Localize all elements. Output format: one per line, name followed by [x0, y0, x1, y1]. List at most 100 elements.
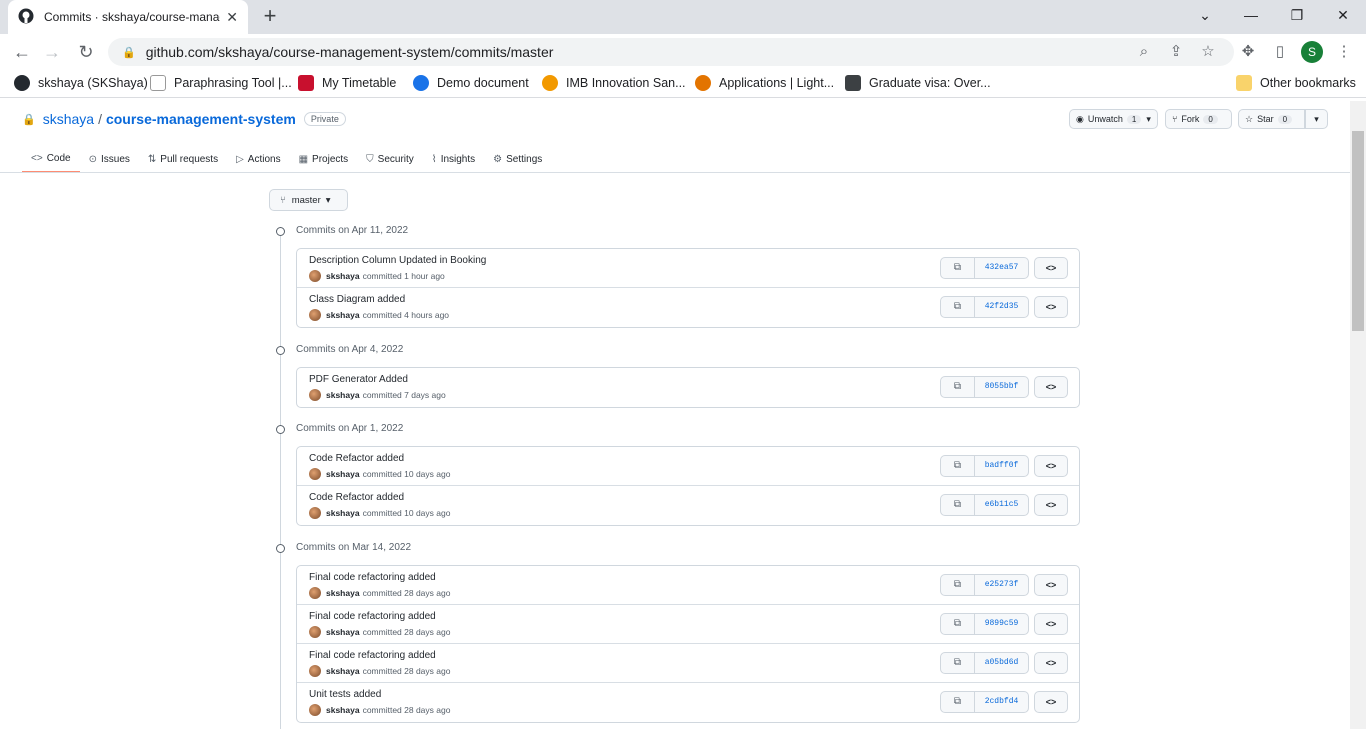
browse-repo-button[interactable]: <>	[1034, 376, 1068, 398]
commit-author[interactable]: skshaya	[326, 390, 360, 400]
avatar[interactable]	[309, 704, 321, 716]
commit-meta: skshaya committed 28 days ago	[309, 626, 450, 638]
commit-sha-link[interactable]: a05bd6d	[974, 652, 1029, 674]
profile-avatar[interactable]: S	[1301, 41, 1323, 63]
reload-button[interactable]: ↻	[74, 40, 98, 64]
commit-message[interactable]: Final code refactoring added	[309, 572, 436, 583]
commit-sha-link[interactable]: 8055bbf	[974, 376, 1029, 398]
copy-sha-button[interactable]: ⧉	[940, 494, 975, 516]
scrollbar[interactable]	[1350, 101, 1366, 729]
commit-message[interactable]: Code Refactor added	[309, 453, 404, 464]
tab-search-icon[interactable]: ⌄	[1182, 0, 1228, 30]
commit-message[interactable]: Final code refactoring added	[309, 611, 436, 622]
commit-author[interactable]: skshaya	[326, 508, 360, 518]
fork-action[interactable]: ⑂ Fork 0	[1165, 109, 1232, 129]
commit-sha-link[interactable]: e25273f	[974, 574, 1029, 596]
bookmark-star-icon[interactable]: ☆	[1196, 40, 1220, 64]
browse-repo-button[interactable]: <>	[1034, 296, 1068, 318]
copy-sha-button[interactable]: ⧉	[940, 613, 975, 635]
tab-security[interactable]: ⛉ Security	[357, 145, 423, 173]
commit-sha-link[interactable]: 42f2d35	[974, 296, 1029, 318]
share-icon[interactable]: ⇪	[1164, 40, 1188, 64]
close-tab-icon[interactable]: ✕	[226, 9, 238, 26]
copy-sha-button[interactable]: ⧉	[940, 376, 975, 398]
commit-message[interactable]: PDF Generator Added	[309, 374, 408, 385]
tab-code[interactable]: <> Code	[22, 145, 80, 173]
avatar[interactable]	[309, 587, 321, 599]
commit-sha-link[interactable]: 9899c59	[974, 613, 1029, 635]
browse-repo-button[interactable]: <>	[1034, 494, 1068, 516]
tab-projects[interactable]: ▦ Projects	[290, 145, 358, 173]
commit-author[interactable]: skshaya	[326, 627, 360, 637]
bookmark-item[interactable]: Demo document	[413, 75, 529, 91]
commit-author[interactable]: skshaya	[326, 271, 360, 281]
minimize-button[interactable]: —	[1228, 0, 1274, 30]
bookmark-item[interactable]: Paraphrasing Tool |...	[150, 75, 292, 91]
copy-sha-button[interactable]: ⧉	[940, 652, 975, 674]
commit-author[interactable]: skshaya	[326, 705, 360, 715]
copy-sha-button[interactable]: ⧉	[940, 257, 975, 279]
commit-message[interactable]: Description Column Updated in Booking	[309, 255, 486, 266]
bookmark-item[interactable]: My Timetable	[298, 75, 396, 91]
close-window-button[interactable]: ✕	[1320, 0, 1366, 30]
back-button[interactable]: ←	[10, 40, 34, 64]
avatar[interactable]	[309, 270, 321, 282]
browse-repo-button[interactable]: <>	[1034, 455, 1068, 477]
commit-sha-link[interactable]: badff0f	[974, 455, 1029, 477]
commit-message[interactable]: Unit tests added	[309, 689, 381, 700]
tab-issues[interactable]: ⊙ Issues	[80, 145, 139, 173]
repo-name-link[interactable]: course-management-system	[106, 111, 296, 127]
address-bar[interactable]: 🔒 github.com/skshaya/course-management-s…	[108, 38, 1234, 66]
bookmark-item[interactable]: Applications | Light...	[695, 75, 834, 91]
browse-repo-button[interactable]: <>	[1034, 574, 1068, 596]
restore-button[interactable]: ❐	[1274, 0, 1320, 30]
browse-repo-button[interactable]: <>	[1034, 257, 1068, 279]
copy-sha-button[interactable]: ⧉	[940, 296, 975, 318]
avatar[interactable]	[309, 309, 321, 321]
zoom-icon[interactable]: ⌕	[1132, 40, 1156, 64]
copy-sha-button[interactable]: ⧉	[940, 455, 975, 477]
copy-icon: ⧉	[953, 579, 962, 590]
repo-owner-link[interactable]: skshaya	[43, 111, 94, 127]
bookmark-item[interactable]: Graduate visa: Over...	[845, 75, 991, 91]
avatar[interactable]	[309, 665, 321, 677]
star-action[interactable]: ☆ Star 0 ▾	[1238, 109, 1328, 129]
scrollbar-thumb[interactable]	[1352, 131, 1364, 331]
avatar[interactable]	[309, 507, 321, 519]
watch-action[interactable]: ◉ Unwatch 1 ▾	[1069, 109, 1158, 129]
other-bookmarks[interactable]: Other bookmarks	[1236, 75, 1356, 91]
bookmark-item[interactable]: skshaya (SKShaya)	[14, 75, 148, 91]
commit-author[interactable]: skshaya	[326, 588, 360, 598]
commit-message[interactable]: Code Refactor added	[309, 492, 404, 503]
new-tab-button[interactable]: +	[258, 4, 282, 28]
commit-sha-link[interactable]: 432ea57	[974, 257, 1029, 279]
bookmark-item[interactable]: IMB Innovation San...	[542, 75, 686, 91]
commit-author[interactable]: skshaya	[326, 666, 360, 676]
commit-message[interactable]: Final code refactoring added	[309, 650, 436, 661]
tab-actions[interactable]: ▷ Actions	[227, 145, 290, 173]
commit-sha-link[interactable]: e6b11c5	[974, 494, 1029, 516]
tab-pull-requests[interactable]: ⇅ Pull requests	[139, 145, 227, 173]
tab-settings[interactable]: ⚙ Settings	[484, 145, 551, 173]
forward-button[interactable]: →	[40, 40, 64, 64]
copy-sha-button[interactable]: ⧉	[940, 574, 975, 596]
browse-repo-button[interactable]: <>	[1034, 652, 1068, 674]
branch-selector[interactable]: ⑂ master ▾	[269, 189, 348, 211]
menu-icon[interactable]: ⋮	[1332, 40, 1356, 64]
avatar[interactable]	[309, 626, 321, 638]
avatar[interactable]	[309, 468, 321, 480]
star-dropdown[interactable]: ▾	[1305, 109, 1328, 129]
browse-repo-button[interactable]: <>	[1034, 613, 1068, 635]
commit-message[interactable]: Class Diagram added	[309, 294, 405, 305]
commit-author[interactable]: skshaya	[326, 310, 360, 320]
browse-repo-button[interactable]: <>	[1034, 691, 1068, 713]
tab-insights[interactable]: ⌇ Insights	[423, 145, 484, 173]
extensions-icon[interactable]: ✥	[1236, 40, 1260, 64]
browser-tab[interactable]: Commits · skshaya/course-manag ✕	[8, 0, 248, 34]
side-panel-icon[interactable]: ▯	[1268, 40, 1292, 64]
commit-author[interactable]: skshaya	[326, 469, 360, 479]
avatar[interactable]	[309, 389, 321, 401]
copy-sha-button[interactable]: ⧉	[940, 691, 975, 713]
code-icon: <>	[1045, 697, 1057, 707]
commit-sha-link[interactable]: 2cdbfd4	[974, 691, 1029, 713]
